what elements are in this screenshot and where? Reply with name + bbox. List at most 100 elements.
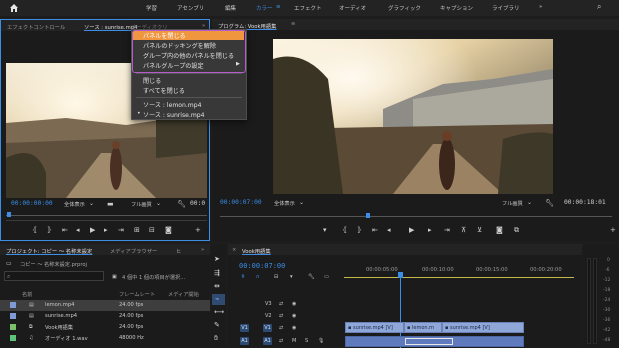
workspace-learn[interactable]: 学習 — [146, 4, 157, 12]
search-icon[interactable]: ⌕ — [597, 2, 601, 12]
marker-icon[interactable]: ▾ — [290, 274, 293, 280]
workspace-overflow-icon[interactable]: » — [539, 4, 542, 10]
menu-source-lemon[interactable]: ソース : lemon.mp4 — [143, 100, 202, 109]
panel-overflow-icon[interactable]: » — [201, 247, 204, 253]
track-target-v1[interactable]: V1 — [263, 324, 272, 332]
source-timecode[interactable]: 00:00:00:00 — [11, 200, 53, 207]
project-row[interactable]: ▤ sunrise.mp4 24.00 fps — [0, 311, 210, 322]
tab-media-browser[interactable]: メディアブラウザー — [110, 247, 157, 255]
menu-close-panel[interactable]: パネルを閉じる — [143, 31, 186, 40]
mark-out-icon[interactable]: ⦄ — [357, 226, 362, 234]
project-search-input[interactable]: ⌕ — [4, 271, 104, 281]
step-back-icon[interactable]: ◂ — [76, 226, 80, 234]
hand-tool-icon[interactable]: ✋︎ — [214, 334, 218, 343]
pen-tool-icon[interactable]: ✎ — [214, 321, 220, 329]
program-playhead[interactable] — [366, 213, 370, 218]
add-marker-icon[interactable]: ⊟ — [274, 274, 278, 280]
work-area-bar[interactable] — [344, 277, 574, 278]
workspace-edit[interactable]: 編集 — [225, 4, 236, 12]
add-marker-icon[interactable]: ▾ — [323, 226, 327, 234]
menu-close-other-panels[interactable]: グループ内の他のパネルを閉じる — [143, 51, 234, 60]
step-forward-icon[interactable]: ▸ — [428, 226, 432, 234]
wrench-icon[interactable]: 🔧︎ — [177, 200, 186, 208]
ripple-edit-icon[interactable]: ⇹ — [214, 282, 220, 290]
mark-out-icon[interactable]: ⦄ — [47, 226, 52, 234]
mute-button[interactable]: M — [292, 338, 296, 344]
lift-icon[interactable]: ⊼ — [461, 226, 466, 234]
timeline-clip[interactable]: ▪ lemon.m — [404, 322, 442, 333]
play-icon[interactable]: ▶ — [90, 226, 95, 234]
mark-in-icon[interactable]: ⦃ — [342, 226, 347, 234]
menu-source-sunrise[interactable]: ソース : sunrise.mp4 — [143, 110, 205, 119]
zoom-dropdown-icon[interactable]: ⌄ — [89, 200, 94, 207]
go-to-in-icon[interactable]: ⇤ — [62, 226, 68, 234]
selection-tool-icon[interactable]: ➤ — [214, 255, 220, 263]
extract-icon[interactable]: ⊻ — [477, 226, 482, 234]
solo-button[interactable]: S — [305, 338, 308, 344]
sync-lock-icon[interactable]: ⇄ — [279, 325, 283, 331]
add-button-icon[interactable]: + — [195, 226, 201, 234]
source-playhead[interactable] — [7, 212, 11, 217]
menu-panel-group-settings[interactable]: パネルグループの設定 — [143, 61, 204, 70]
eye-icon[interactable]: ◉ — [292, 325, 296, 331]
quality-dropdown-icon[interactable]: ⌄ — [527, 199, 532, 206]
timeline-timecode[interactable]: 00:00:07:00 — [239, 262, 285, 270]
workspace-captions[interactable]: キャプション — [440, 4, 473, 12]
source-zoom-select[interactable]: 全体表示 — [64, 201, 85, 208]
eye-icon[interactable]: ◉ — [292, 301, 296, 307]
menu-undock-panel[interactable]: パネルのドッキングを解除 — [143, 41, 216, 50]
project-row[interactable]: ⧉ Vook用語集 24.00 fps — [0, 322, 210, 333]
tab-sequence[interactable]: Vook用語集 — [242, 247, 271, 255]
overwrite-icon[interactable]: ⊟ — [149, 226, 155, 234]
eye-icon[interactable]: ◉ — [292, 313, 296, 319]
go-to-out-icon[interactable]: ⇥ — [118, 226, 124, 234]
sync-lock-icon[interactable]: ⇄ — [279, 301, 283, 307]
tab-overflow[interactable]: ヒ — [176, 247, 181, 255]
linked-selection-icon[interactable]: ∩ — [256, 274, 260, 280]
mark-in-icon[interactable]: ⦃ — [32, 226, 37, 234]
timeline-clip[interactable]: ▪ sunrise.mp4 [V] — [442, 322, 524, 333]
workspace-audio[interactable]: オーディオ — [339, 4, 366, 12]
program-quality-select[interactable]: フル画質 — [502, 200, 523, 207]
wrench-icon[interactable]: 🔧︎ — [308, 274, 315, 280]
step-back-icon[interactable]: ◂ — [387, 226, 391, 234]
menu-close-all[interactable]: すべてを閉じる — [143, 86, 185, 95]
go-to-in-icon[interactable]: ⇤ — [372, 226, 378, 234]
timeline-audio-clip[interactable] — [345, 336, 524, 347]
workspace-libraries[interactable]: ライブラリ — [492, 4, 520, 12]
razor-tool-active[interactable]: ⌁ — [212, 294, 225, 305]
source-scrub-bar[interactable] — [6, 215, 207, 216]
timeline-clip[interactable]: ▪ sunrise.mp4 [V] — [345, 322, 404, 333]
quality-dropdown-icon[interactable]: ⌄ — [156, 200, 161, 207]
camera-icon[interactable]: ◙ — [496, 226, 503, 234]
project-row[interactable]: ▤ lemon.mp4 24.00 fps — [0, 300, 210, 311]
program-menu-icon[interactable]: ≡ — [291, 21, 295, 27]
home-icon[interactable] — [9, 3, 19, 13]
tab-effect-controls[interactable]: エフェクトコントロール — [7, 23, 65, 31]
source-patch-a1[interactable]: A1 — [240, 337, 249, 345]
bin-icon[interactable]: ▣ — [112, 274, 117, 280]
source-patch-v1[interactable]: V1 — [240, 324, 249, 332]
project-row[interactable]: ♫ オーディオ 1.wav 48000 Hz — [0, 333, 210, 344]
tab-project[interactable]: プロジェクト: コピー ～ 名称未設定 — [6, 247, 92, 255]
sync-lock-icon[interactable]: ⇄ — [279, 313, 283, 319]
workspace-menu-icon[interactable]: ≡ — [276, 4, 281, 10]
microphone-icon[interactable]: 🎙︎ — [318, 338, 324, 344]
workspace-graphics[interactable]: グラフィック — [388, 4, 421, 12]
program-timecode[interactable]: 00:00:07:00 — [220, 199, 262, 206]
captions-icon[interactable]: ▭ — [324, 274, 329, 280]
zoom-dropdown-icon[interactable]: ⌄ — [299, 199, 304, 206]
tab-source[interactable]: ソース : sunrise.mp4 — [84, 23, 138, 31]
column-name[interactable]: 名前 — [22, 291, 32, 298]
go-to-out-icon[interactable]: ⇥ — [444, 226, 450, 234]
close-tab-icon[interactable]: × — [232, 247, 236, 253]
play-icon[interactable]: ▶ — [409, 226, 414, 234]
track-select-icon[interactable]: ⇶ — [214, 269, 220, 277]
marker-icon[interactable]: ▬ — [107, 200, 114, 208]
compare-icon[interactable]: ⧉ — [514, 226, 519, 235]
menu-close[interactable]: 閉じる — [143, 76, 161, 85]
track-target-a1[interactable]: A1 — [263, 337, 272, 345]
program-scrub-bar[interactable] — [220, 216, 612, 217]
slip-tool-icon[interactable]: ⟷ — [214, 308, 224, 316]
workspace-effects[interactable]: エフェクト — [294, 4, 322, 12]
